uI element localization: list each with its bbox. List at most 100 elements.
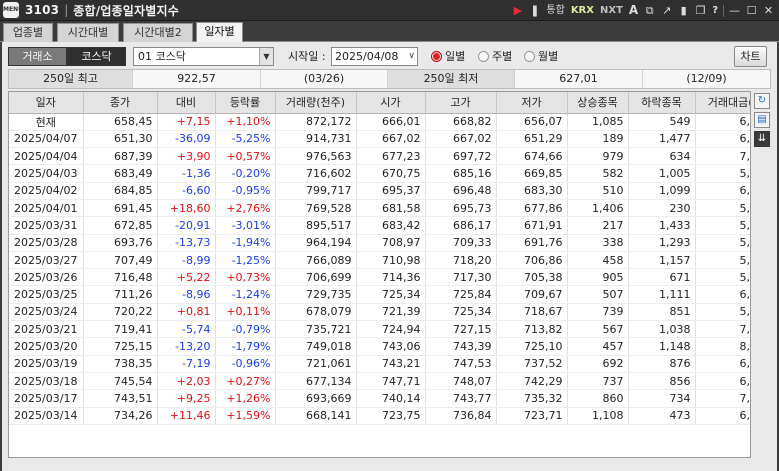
table-row[interactable]: 2025/04/07 651,30 -36,09 -5,25% 914,731 667,0… bbox=[9, 130, 750, 149]
cell-open: 743,21 bbox=[356, 355, 426, 373]
restore-icon[interactable]: ❐ bbox=[692, 0, 709, 21]
tab-by-date[interactable]: 일자별 bbox=[196, 22, 243, 43]
header-rate[interactable]: 등락률 bbox=[215, 92, 276, 114]
cell-advancers: 1,406 bbox=[567, 199, 629, 218]
maximize-icon[interactable]: ☐ bbox=[743, 0, 760, 21]
cell-change: +0,81 bbox=[157, 303, 216, 322]
table-row[interactable]: 2025/04/01 691,45 +18,60 +2,76% 769,528 681,5… bbox=[9, 199, 750, 218]
krx-button[interactable]: KRX bbox=[568, 0, 597, 21]
cell-advancers: 338 bbox=[567, 234, 629, 252]
cell-high: 667,02 bbox=[425, 130, 497, 149]
header-trade-value[interactable]: 거래대금(백만원) bbox=[695, 92, 750, 114]
cell-close: 707,49 bbox=[83, 251, 158, 270]
table-row[interactable]: 2025/03/18 745,54 +2,03 +0,27% 677,134 747,71… bbox=[9, 372, 750, 391]
table-row[interactable]: 2025/03/17 743,51 +9,25 +1,26% 693,669 740,14… bbox=[9, 389, 750, 408]
kosdaq-toggle[interactable]: 코스닥 bbox=[67, 47, 126, 66]
header-change[interactable]: 대비 bbox=[157, 92, 216, 114]
header-low[interactable]: 저가 bbox=[496, 92, 568, 114]
title-bar: MENU 3103 | 종합/업종일자별지수 ▶ ❚ 통합 KRX NXT A … bbox=[0, 0, 779, 21]
table-row[interactable]: 2025/03/24 720,22 +0,81 +0,11% 678,079 721,39… bbox=[9, 303, 750, 322]
export-icon[interactable]: ▤ bbox=[754, 112, 770, 128]
chevron-down-icon[interactable]: ▼ bbox=[259, 48, 273, 65]
table-row[interactable]: 2025/03/25 711,26 -8,96 -1,24% 729,735 725,34… bbox=[9, 285, 750, 304]
start-date-picker[interactable]: 2025/04/08 ∨ bbox=[331, 47, 418, 66]
cell-open: 683,42 bbox=[356, 216, 426, 235]
cell-high: 695,73 bbox=[425, 199, 497, 218]
cell-trade-value: 6,016,568 bbox=[695, 285, 750, 304]
monthly-radio[interactable] bbox=[524, 51, 535, 62]
link-icon[interactable]: ↗ bbox=[658, 0, 675, 21]
cell-volume: 735,721 bbox=[275, 320, 357, 339]
new-window-icon[interactable]: ⧉ bbox=[641, 0, 658, 21]
header-date[interactable]: 일자 bbox=[9, 92, 84, 114]
print-icon[interactable]: ▮ bbox=[675, 0, 692, 21]
daily-radio-label[interactable]: 일별 bbox=[445, 47, 465, 66]
control-bar: 거래소 코스닥 01 코스닥 ▼ 시작일 : 2025/04/08 ∨ 일별 주… bbox=[2, 42, 777, 68]
header-open[interactable]: 시가 bbox=[356, 92, 426, 114]
cell-date: 2025/03/20 bbox=[9, 337, 84, 356]
table-row[interactable]: 2025/03/19 738,35 -7,19 -0,96% 721,061 743,21… bbox=[9, 355, 750, 373]
daily-index-table[interactable]: 일자종가대비등락률거래량(천주)시가고가저가상승종목하락종목거래대금(백만원) … bbox=[8, 91, 751, 458]
weekly-radio[interactable] bbox=[478, 51, 489, 62]
table-row[interactable]: 2025/03/21 719,41 -5,74 -0,79% 735,721 724,94… bbox=[9, 320, 750, 339]
cell-change: -36,09 bbox=[157, 130, 216, 149]
cell-advancers: 458 bbox=[567, 251, 629, 270]
cell-high: 727,15 bbox=[425, 320, 497, 339]
cell-open: 743,06 bbox=[356, 337, 426, 356]
header-advancers[interactable]: 상승종목 bbox=[567, 92, 629, 114]
help-button[interactable]: ? bbox=[709, 0, 721, 21]
chart-button[interactable]: 차트 bbox=[734, 46, 767, 67]
main-panel: 거래소 코스닥 01 코스닥 ▼ 시작일 : 2025/04/08 ∨ 일별 주… bbox=[0, 42, 779, 471]
cell-close: 745,54 bbox=[83, 372, 158, 391]
tab-by-time-2[interactable]: 시간대별2 bbox=[123, 23, 193, 42]
integrated-button[interactable]: 통합 bbox=[543, 0, 567, 21]
header-volume[interactable]: 거래량(천주) bbox=[275, 92, 357, 114]
weekly-radio-label[interactable]: 주별 bbox=[492, 47, 512, 66]
cell-trade-value: 7,767,886 bbox=[695, 147, 750, 166]
sector-select[interactable]: 01 코스닥 ▼ bbox=[133, 47, 274, 66]
expand-down-icon[interactable]: ⇊ bbox=[754, 131, 770, 147]
header-high[interactable]: 고가 bbox=[425, 92, 497, 114]
high-250-value: 922,57 bbox=[133, 70, 261, 88]
daily-radio[interactable] bbox=[431, 51, 442, 62]
play-icon[interactable]: ▶ bbox=[509, 0, 526, 21]
cell-advancers: 582 bbox=[567, 164, 629, 183]
table-row[interactable]: 2025/03/20 725,15 -13,20 -1,79% 749,018 743,0… bbox=[9, 337, 750, 356]
table-row[interactable]: 2025/03/31 672,85 -20,91 -3,01% 895,517 683,4… bbox=[9, 216, 750, 235]
cell-close: 720,22 bbox=[83, 303, 158, 322]
cell-low: 677,86 bbox=[496, 199, 568, 218]
minimize-icon[interactable]: — bbox=[726, 0, 743, 21]
header-decliners[interactable]: 하락종목 bbox=[628, 92, 696, 114]
tab-by-sector[interactable]: 업종별 bbox=[3, 23, 53, 42]
table-row[interactable]: 2025/04/03 683,49 -1,36 -0,20% 716,602 670,75… bbox=[9, 164, 750, 183]
font-size-button[interactable]: A bbox=[626, 0, 641, 21]
table-row[interactable]: 2025/04/02 684,85 -6,60 -0,95% 799,717 695,37… bbox=[9, 182, 750, 200]
nxt-button[interactable]: NXT bbox=[597, 0, 626, 21]
cell-advancers: 1,085 bbox=[567, 113, 629, 131]
cell-high: 725,34 bbox=[425, 303, 497, 322]
table-row[interactable]: 2025/03/27 707,49 -8,99 -1,25% 766,089 710,98… bbox=[9, 251, 750, 270]
cell-trade-value: 5,658,042 bbox=[695, 251, 750, 270]
monthly-radio-label[interactable]: 월별 bbox=[538, 47, 558, 66]
table-row[interactable]: 2025/03/28 693,76 -13,73 -1,94% 964,194 708,9… bbox=[9, 234, 750, 252]
cell-change: +3,90 bbox=[157, 147, 216, 166]
exchange-toggle[interactable]: 거래소 bbox=[8, 47, 67, 66]
cell-high: 725,84 bbox=[425, 285, 497, 304]
cell-date: 2025/04/03 bbox=[9, 164, 84, 183]
cell-volume: 693,669 bbox=[275, 389, 357, 408]
date-dropdown-icon[interactable]: ∨ bbox=[408, 48, 415, 65]
cell-change: -5,74 bbox=[157, 320, 216, 339]
cell-advancers: 507 bbox=[567, 285, 629, 304]
header-close[interactable]: 종가 bbox=[83, 92, 158, 114]
table-row[interactable]: 2025/03/26 716,48 +5,22 +0,73% 706,699 714,36… bbox=[9, 268, 750, 287]
pause-icon[interactable]: ❚ bbox=[526, 0, 543, 21]
cell-trade-value: 5,025,705 bbox=[695, 216, 750, 235]
table-row[interactable]: 현재 658,45 +7,15 +1,10% 872,172 666,01 668,82 65… bbox=[9, 113, 750, 131]
cell-advancers: 1,108 bbox=[567, 407, 629, 425]
table-row[interactable]: 2025/03/14 734,26 +11,46 +1,59% 668,141 723,7… bbox=[9, 407, 750, 425]
refresh-icon[interactable]: ↻ bbox=[754, 93, 770, 109]
table-row[interactable]: 2025/04/04 687,39 +3,90 +0,57% 976,563 677,23… bbox=[9, 147, 750, 166]
tab-by-time[interactable]: 시간대별 bbox=[57, 23, 119, 42]
high-250-date: (03/26) bbox=[261, 70, 388, 88]
close-icon[interactable]: ✕ bbox=[760, 0, 777, 21]
